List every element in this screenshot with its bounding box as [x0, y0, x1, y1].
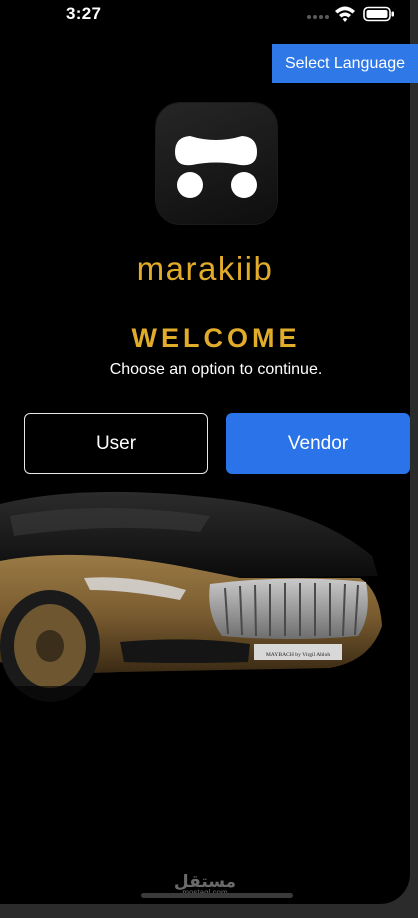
app-logo [156, 103, 277, 224]
car-face-logo-icon [175, 136, 257, 198]
status-time: 3:27 [66, 4, 102, 23]
signal-dots-icon [307, 15, 329, 19]
vendor-button[interactable]: Vendor [226, 413, 410, 474]
user-button[interactable]: User [24, 413, 208, 474]
battery-icon [363, 6, 394, 22]
select-language-button[interactable]: Select Language [272, 44, 418, 83]
app-screen: 3:27 marakiib WELCOME Choose an option t… [0, 0, 410, 904]
wifi-icon [335, 6, 355, 22]
welcome-title: WELCOME [131, 323, 301, 353]
brand-name: marakiib [136, 250, 274, 287]
car-image: MAYBACH by Virgil Abloh [0, 491, 410, 736]
license-plate-text: MAYBACH by Virgil Abloh [266, 652, 331, 658]
home-indicator[interactable] [141, 893, 293, 898]
welcome-subtitle: Choose an option to continue. [109, 361, 323, 378]
status-bar: 3:27 [0, 0, 410, 34]
